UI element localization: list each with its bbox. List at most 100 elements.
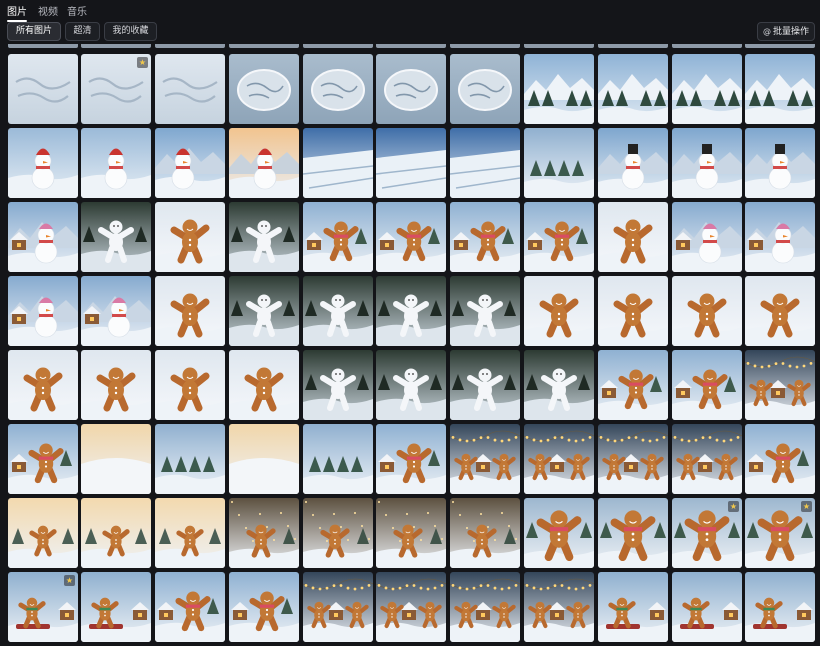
thumbnail-gingerbread-meadow[interactable] — [8, 498, 78, 568]
thumbnail-field[interactable] — [376, 128, 446, 198]
thumbnail-gingerbread-white[interactable] — [229, 350, 299, 420]
tab-music[interactable]: 音乐 — [67, 3, 87, 18]
thumbnail-gingerbread-village[interactable] — [376, 202, 446, 272]
thumbnail-white-figure-dark[interactable] — [376, 350, 446, 420]
thumbnail-snow-trees[interactable] — [155, 424, 225, 494]
partial-thumbnail-strip[interactable] — [672, 44, 742, 48]
thumbnail-gingerbread-lights[interactable] — [745, 350, 815, 420]
thumbnail-mountains[interactable] — [672, 54, 742, 124]
thumbnail-snowman-top-hat[interactable] — [745, 128, 815, 198]
thumbnail-gingerbread-village[interactable] — [672, 350, 742, 420]
thumbnail-gingerbread-village[interactable] — [155, 572, 225, 642]
thumbnail-gingerbread-big[interactable] — [524, 498, 594, 568]
thumbnail-gingerbread-lights[interactable] — [450, 572, 520, 642]
thumbnail-white-figure-dark[interactable] — [229, 276, 299, 346]
thumbnail-gingerbread-sparkle[interactable] — [303, 498, 373, 568]
filter-all-images[interactable]: 所有图片 — [7, 22, 61, 41]
thumbnail-snowman-village[interactable] — [81, 276, 151, 346]
thumbnail-snowman-village[interactable] — [745, 202, 815, 272]
thumbnail-text-card[interactable] — [229, 54, 299, 124]
partial-thumbnail-strip[interactable] — [376, 44, 446, 48]
thumbnail-gingerbread-lights[interactable] — [524, 424, 594, 494]
thumbnail-gingerbread-sled[interactable]: ★ — [8, 572, 78, 642]
thumbnail-gingerbread-meadow[interactable] — [81, 498, 151, 568]
thumbnail-field[interactable] — [450, 128, 520, 198]
thumbnail-gingerbread-sparkle[interactable] — [450, 498, 520, 568]
thumbnail-gingerbread-white[interactable] — [598, 202, 668, 272]
thumbnail-white-figure-dark[interactable] — [303, 276, 373, 346]
thumbnail-gingerbread-sled[interactable] — [598, 572, 668, 642]
thumbnail-gingerbread-big[interactable]: ★ — [672, 498, 742, 568]
thumbnail-snowman-small[interactable] — [8, 128, 78, 198]
thumbnail-snow-hills[interactable] — [81, 424, 151, 494]
thumbnail-mountains[interactable] — [598, 54, 668, 124]
partial-thumbnail-strip[interactable] — [8, 44, 78, 48]
batch-operation-button[interactable]: @ 批量操作 — [756, 22, 815, 41]
thumbnail-gingerbread-village[interactable] — [303, 202, 373, 272]
thumbnail-snowman-lit[interactable] — [229, 128, 299, 198]
thumbnail-white-figure-dark[interactable] — [81, 202, 151, 272]
partial-thumbnail-strip[interactable] — [745, 44, 815, 48]
thumbnail-gingerbread-lights[interactable] — [672, 424, 742, 494]
filter-ultra-hd[interactable]: 超清 — [65, 22, 100, 41]
thumbnail-gingerbread-sparkle[interactable] — [229, 498, 299, 568]
thumbnail-gingerbread-lights[interactable] — [376, 572, 446, 642]
thumbnail-snowman-top-hat[interactable] — [598, 128, 668, 198]
thumbnail-gingerbread-white[interactable] — [672, 276, 742, 346]
thumbnail-gingerbread-white[interactable] — [524, 276, 594, 346]
thumbnail-snowman-village[interactable] — [8, 202, 78, 272]
thumbnail-gingerbread-white[interactable] — [8, 350, 78, 420]
thumbnail-gingerbread-lights[interactable] — [598, 424, 668, 494]
tab-videos[interactable]: 视频 — [38, 3, 58, 18]
thumbnail-snow-trees[interactable] — [303, 424, 373, 494]
thumbnail-gingerbread-village[interactable] — [450, 202, 520, 272]
thumbnail-white-figure-dark[interactable] — [303, 350, 373, 420]
thumbnail-gingerbread-white[interactable] — [745, 276, 815, 346]
thumbnail-gingerbread-sled[interactable] — [745, 572, 815, 642]
thumbnail-gingerbread-meadow[interactable] — [155, 498, 225, 568]
thumbnail-snowman-top-hat[interactable] — [672, 128, 742, 198]
thumbnail-text-snow[interactable] — [155, 54, 225, 124]
thumbnail-white-figure-dark[interactable] — [376, 276, 446, 346]
thumbnail-snowman-village[interactable] — [8, 276, 78, 346]
thumbnail-gingerbread-sled[interactable] — [81, 572, 151, 642]
thumbnail-gingerbread-white[interactable] — [155, 350, 225, 420]
thumbnail-text-snow[interactable] — [8, 54, 78, 124]
thumbnail-gingerbread-big[interactable] — [598, 498, 668, 568]
star-icon[interactable]: ★ — [64, 575, 75, 586]
thumbnail-text-card[interactable] — [450, 54, 520, 124]
partial-thumbnail-strip[interactable] — [155, 44, 225, 48]
thumbnail-snowman-small[interactable] — [81, 128, 151, 198]
partial-thumbnail-strip[interactable] — [303, 44, 373, 48]
thumbnail-white-figure-dark[interactable] — [450, 350, 520, 420]
partial-thumbnail-strip[interactable] — [450, 44, 520, 48]
thumbnail-snowman-village[interactable] — [672, 202, 742, 272]
thumbnail-mountains[interactable] — [524, 54, 594, 124]
thumbnail-field[interactable] — [303, 128, 373, 198]
star-icon[interactable]: ★ — [137, 57, 148, 68]
thumbnail-gingerbread-white[interactable] — [81, 350, 151, 420]
thumbnail-text-snow[interactable]: ★ — [81, 54, 151, 124]
thumbnail-gingerbread-big[interactable]: ★ — [745, 498, 815, 568]
thumbnail-white-figure-dark[interactable] — [524, 350, 594, 420]
thumbnail-text-card[interactable] — [376, 54, 446, 124]
thumbnail-gingerbread-village[interactable] — [8, 424, 78, 494]
thumbnail-gingerbread-sparkle[interactable] — [376, 498, 446, 568]
thumbnail-gingerbread-lights[interactable] — [450, 424, 520, 494]
thumbnail-gingerbread-village[interactable] — [524, 202, 594, 272]
thumbnail-white-figure-dark[interactable] — [450, 276, 520, 346]
partial-thumbnail-strip[interactable] — [598, 44, 668, 48]
star-icon[interactable]: ★ — [801, 501, 812, 512]
thumbnail-snowman-red-hat[interactable] — [155, 128, 225, 198]
thumbnail-gingerbread-village[interactable] — [598, 350, 668, 420]
tab-images[interactable]: 图片 — [7, 3, 27, 22]
thumbnail-gingerbread-white[interactable] — [155, 202, 225, 272]
thumbnail-gingerbread-village[interactable] — [376, 424, 446, 494]
filter-favorites[interactable]: 我的收藏 — [104, 22, 157, 41]
thumbnail-gingerbread-village[interactable] — [745, 424, 815, 494]
thumbnail-gingerbread-village[interactable] — [229, 572, 299, 642]
thumbnail-gingerbread-lights[interactable] — [303, 572, 373, 642]
star-icon[interactable]: ★ — [728, 501, 739, 512]
thumbnail-gingerbread-sled[interactable] — [672, 572, 742, 642]
thumbnail-gingerbread-white[interactable] — [598, 276, 668, 346]
